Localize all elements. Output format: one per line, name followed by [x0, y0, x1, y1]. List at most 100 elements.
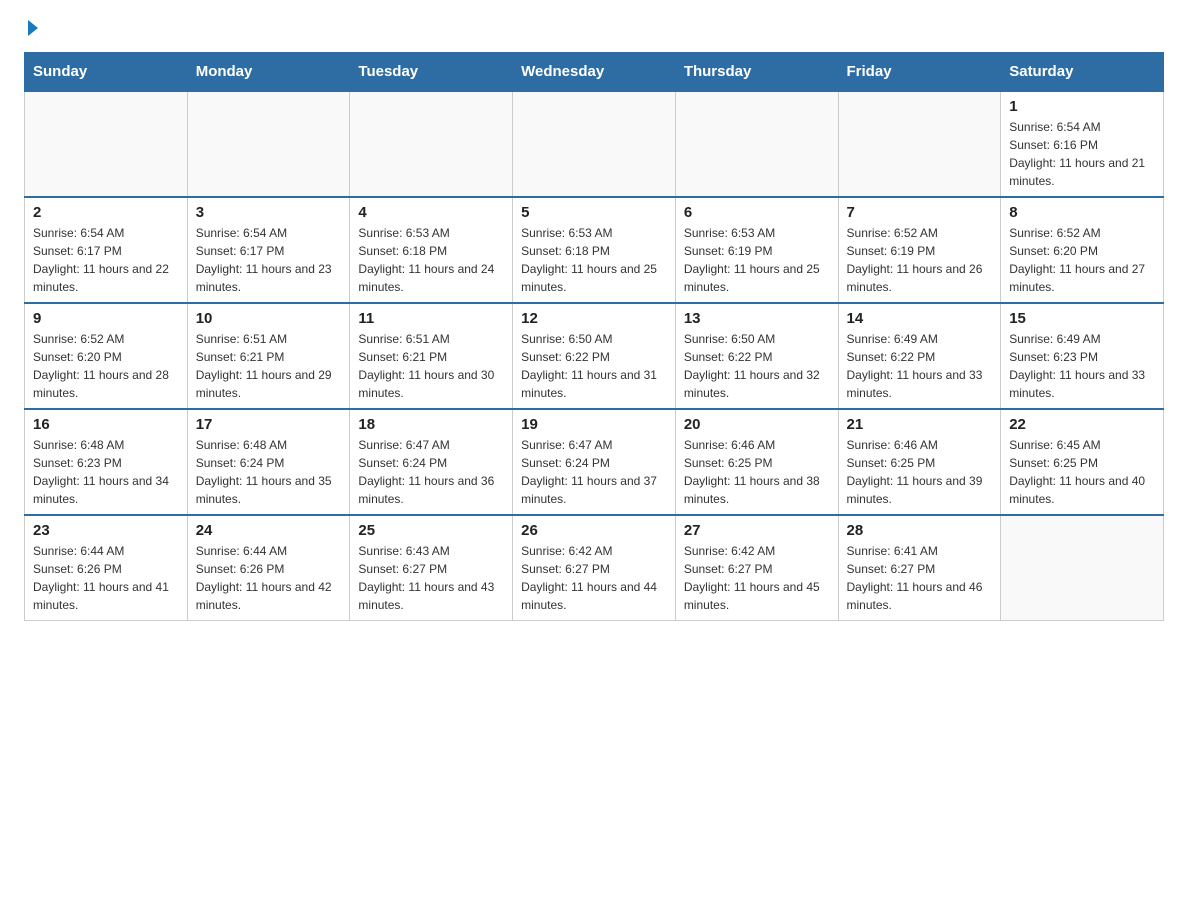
day-number: 9: [33, 310, 179, 327]
day-info: Sunrise: 6:47 AM Sunset: 6:24 PM Dayligh…: [521, 436, 667, 508]
calendar-cell: 19Sunrise: 6:47 AM Sunset: 6:24 PM Dayli…: [513, 409, 676, 515]
day-number: 28: [847, 522, 993, 539]
day-info: Sunrise: 6:51 AM Sunset: 6:21 PM Dayligh…: [196, 330, 342, 402]
day-number: 12: [521, 310, 667, 327]
day-number: 5: [521, 204, 667, 221]
weekday-header-monday: Monday: [187, 53, 350, 92]
calendar-cell: 26 Sunrise: 6:42 AM Sunset: 6:27 PM Dayli…: [513, 515, 676, 621]
day-info: Sunrise: 6:48 AM Sunset: 6:23 PM Dayligh…: [33, 436, 179, 508]
calendar-cell: 20 Sunrise: 6:46 AM Sunset: 6:25 PM Dayli…: [675, 409, 838, 515]
day-info: Sunrise: 6:43 AM Sunset: 6:27 PM Dayligh…: [358, 542, 504, 614]
day-number: 23: [33, 522, 179, 539]
day-info: Sunrise: 6:50 AM Sunset: 6:22 PM Dayligh…: [684, 330, 830, 402]
day-number: 8: [1009, 204, 1155, 221]
day-info: Sunrise: 6:51 AM Sunset: 6:21 PM Dayligh…: [358, 330, 504, 402]
day-info: Sunrise: 6:52 AM Sunset: 6:20 PM Dayligh…: [1009, 224, 1155, 296]
day-info: Sunrise: 6:46 AM Sunset: 6:25 PM Dayligh…: [684, 436, 830, 508]
day-info: Sunrise: 6:44 AM Sunset: 6:26 PM Dayligh…: [196, 542, 342, 614]
day-number: 11: [358, 310, 504, 327]
day-info: Sunrise: 6:46 AM Sunset: 6:25 PM Dayligh…: [847, 436, 993, 508]
day-info: Sunrise: 6:49 AM Sunset: 6:23 PM Dayligh…: [1009, 330, 1155, 402]
weekday-header-saturday: Saturday: [1001, 53, 1164, 92]
calendar-cell: [675, 91, 838, 197]
calendar-cell: 4 Sunrise: 6:53 AM Sunset: 6:18 PM Daylig…: [350, 197, 513, 303]
day-info: Sunrise: 6:53 AM Sunset: 6:19 PM Dayligh…: [684, 224, 830, 296]
calendar-cell: 18Sunrise: 6:47 AM Sunset: 6:24 PM Dayli…: [350, 409, 513, 515]
calendar-cell: 8 Sunrise: 6:52 AM Sunset: 6:20 PM Daylig…: [1001, 197, 1164, 303]
weekday-header-tuesday: Tuesday: [350, 53, 513, 92]
calendar-cell: 21 Sunrise: 6:46 AM Sunset: 6:25 PM Dayli…: [838, 409, 1001, 515]
day-info: Sunrise: 6:53 AM Sunset: 6:18 PM Dayligh…: [358, 224, 504, 296]
calendar-cell: 15 Sunrise: 6:49 AM Sunset: 6:23 PM Dayli…: [1001, 303, 1164, 409]
day-info: Sunrise: 6:54 AM Sunset: 6:16 PM Dayligh…: [1009, 118, 1155, 190]
day-number: 1: [1009, 98, 1155, 115]
day-number: 16: [33, 416, 179, 433]
calendar-cell: [1001, 515, 1164, 621]
weekday-header-wednesday: Wednesday: [513, 53, 676, 92]
calendar-cell: 25 Sunrise: 6:43 AM Sunset: 6:27 PM Dayli…: [350, 515, 513, 621]
calendar-table: SundayMondayTuesdayWednesdayThursdayFrid…: [24, 52, 1164, 621]
day-info: Sunrise: 6:48 AM Sunset: 6:24 PM Dayligh…: [196, 436, 342, 508]
day-info: Sunrise: 6:49 AM Sunset: 6:22 PM Dayligh…: [847, 330, 993, 402]
calendar-cell: 1 Sunrise: 6:54 AM Sunset: 6:16 PM Daylig…: [1001, 91, 1164, 197]
day-info: Sunrise: 6:52 AM Sunset: 6:20 PM Dayligh…: [33, 330, 179, 402]
day-info: Sunrise: 6:50 AM Sunset: 6:22 PM Dayligh…: [521, 330, 667, 402]
logo-arrow-icon: [28, 20, 38, 36]
day-info: Sunrise: 6:53 AM Sunset: 6:18 PM Dayligh…: [521, 224, 667, 296]
day-info: Sunrise: 6:41 AM Sunset: 6:27 PM Dayligh…: [847, 542, 993, 614]
calendar-cell: [350, 91, 513, 197]
day-number: 25: [358, 522, 504, 539]
calendar-week-row: 23 Sunrise: 6:44 AM Sunset: 6:26 PM Dayli…: [25, 515, 1164, 621]
day-info: Sunrise: 6:42 AM Sunset: 6:27 PM Dayligh…: [684, 542, 830, 614]
day-number: 10: [196, 310, 342, 327]
day-number: 27: [684, 522, 830, 539]
day-info: Sunrise: 6:52 AM Sunset: 6:19 PM Dayligh…: [847, 224, 993, 296]
page-header: [24, 20, 1164, 36]
calendar-cell: 11 Sunrise: 6:51 AM Sunset: 6:21 PM Dayli…: [350, 303, 513, 409]
day-number: 22: [1009, 416, 1155, 433]
calendar-cell: 2Sunrise: 6:54 AM Sunset: 6:17 PM Daylig…: [25, 197, 188, 303]
calendar-cell: 12 Sunrise: 6:50 AM Sunset: 6:22 PM Dayli…: [513, 303, 676, 409]
day-info: Sunrise: 6:45 AM Sunset: 6:25 PM Dayligh…: [1009, 436, 1155, 508]
day-number: 14: [847, 310, 993, 327]
calendar-week-row: 9 Sunrise: 6:52 AM Sunset: 6:20 PM Daylig…: [25, 303, 1164, 409]
calendar-cell: 23 Sunrise: 6:44 AM Sunset: 6:26 PM Dayli…: [25, 515, 188, 621]
day-number: 13: [684, 310, 830, 327]
calendar-week-row: 16 Sunrise: 6:48 AM Sunset: 6:23 PM Dayli…: [25, 409, 1164, 515]
day-number: 4: [358, 204, 504, 221]
calendar-cell: 3Sunrise: 6:54 AM Sunset: 6:17 PM Daylig…: [187, 197, 350, 303]
calendar-header-row: SundayMondayTuesdayWednesdayThursdayFrid…: [25, 53, 1164, 92]
day-info: Sunrise: 6:44 AM Sunset: 6:26 PM Dayligh…: [33, 542, 179, 614]
calendar-cell: 6 Sunrise: 6:53 AM Sunset: 6:19 PM Daylig…: [675, 197, 838, 303]
logo-blue-text: [24, 20, 38, 36]
calendar-cell: 13 Sunrise: 6:50 AM Sunset: 6:22 PM Dayli…: [675, 303, 838, 409]
day-number: 15: [1009, 310, 1155, 327]
calendar-cell: 16 Sunrise: 6:48 AM Sunset: 6:23 PM Dayli…: [25, 409, 188, 515]
calendar-cell: 28 Sunrise: 6:41 AM Sunset: 6:27 PM Dayli…: [838, 515, 1001, 621]
calendar-cell: 14 Sunrise: 6:49 AM Sunset: 6:22 PM Dayli…: [838, 303, 1001, 409]
calendar-cell: 17 Sunrise: 6:48 AM Sunset: 6:24 PM Dayli…: [187, 409, 350, 515]
calendar-cell: 10 Sunrise: 6:51 AM Sunset: 6:21 PM Dayli…: [187, 303, 350, 409]
day-number: 17: [196, 416, 342, 433]
calendar-cell: 27 Sunrise: 6:42 AM Sunset: 6:27 PM Dayli…: [675, 515, 838, 621]
day-info: Sunrise: 6:54 AM Sunset: 6:17 PM Dayligh…: [196, 224, 342, 296]
day-number: 24: [196, 522, 342, 539]
calendar-week-row: 1 Sunrise: 6:54 AM Sunset: 6:16 PM Daylig…: [25, 91, 1164, 197]
calendar-week-row: 2Sunrise: 6:54 AM Sunset: 6:17 PM Daylig…: [25, 197, 1164, 303]
weekday-header-sunday: Sunday: [25, 53, 188, 92]
weekday-header-thursday: Thursday: [675, 53, 838, 92]
day-number: 20: [684, 416, 830, 433]
calendar-cell: [513, 91, 676, 197]
day-number: 7: [847, 204, 993, 221]
calendar-cell: 24 Sunrise: 6:44 AM Sunset: 6:26 PM Dayli…: [187, 515, 350, 621]
calendar-cell: 9 Sunrise: 6:52 AM Sunset: 6:20 PM Daylig…: [25, 303, 188, 409]
day-number: 21: [847, 416, 993, 433]
calendar-cell: 7 Sunrise: 6:52 AM Sunset: 6:19 PM Daylig…: [838, 197, 1001, 303]
day-number: 26: [521, 522, 667, 539]
calendar-cell: [25, 91, 188, 197]
calendar-cell: [187, 91, 350, 197]
day-info: Sunrise: 6:42 AM Sunset: 6:27 PM Dayligh…: [521, 542, 667, 614]
day-number: 18: [358, 416, 504, 433]
calendar-cell: 22 Sunrise: 6:45 AM Sunset: 6:25 PM Dayli…: [1001, 409, 1164, 515]
day-number: 6: [684, 204, 830, 221]
